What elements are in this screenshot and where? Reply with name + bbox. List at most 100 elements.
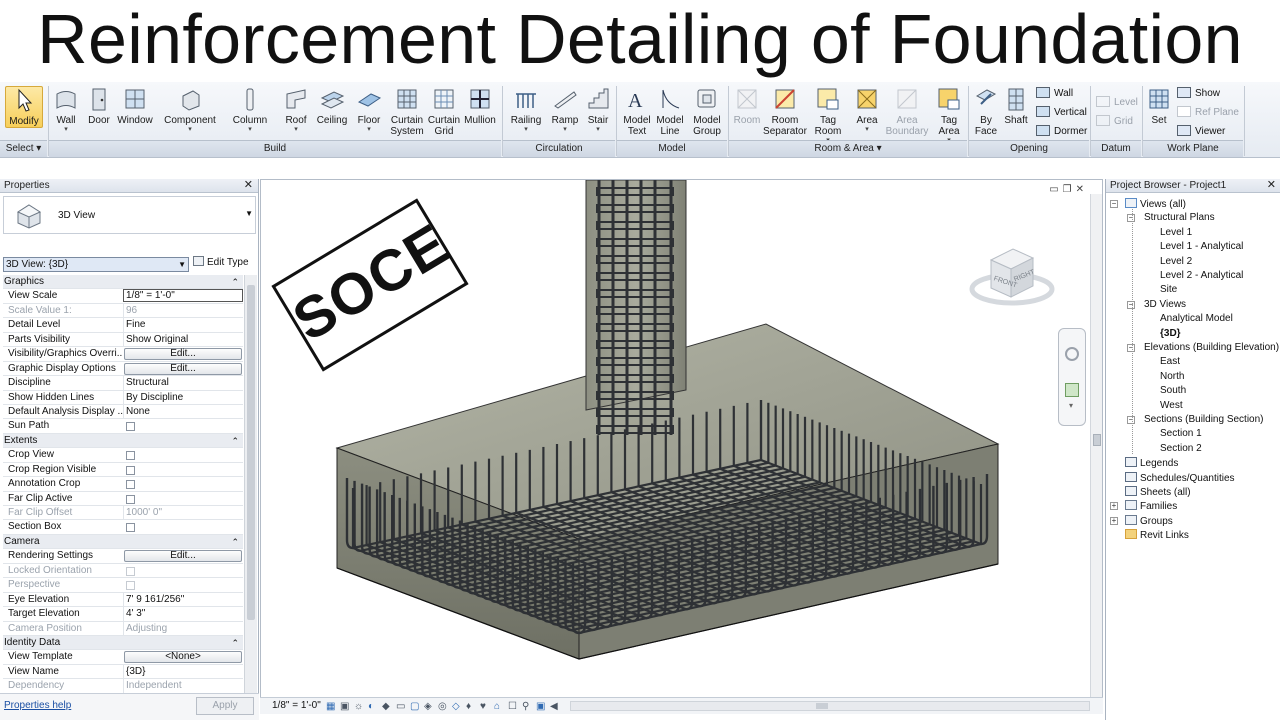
property-value[interactable]: Structural bbox=[123, 376, 243, 391]
collapse-icon[interactable]: ⌃ bbox=[231, 275, 239, 289]
apply-button[interactable]: Apply bbox=[196, 697, 254, 715]
property-row[interactable]: Extents ⌃ bbox=[3, 433, 243, 449]
view-window-controls[interactable]: ▭❐✕ bbox=[1049, 184, 1088, 195]
model-group-button[interactable]: Model Group bbox=[688, 86, 726, 137]
collapse-icon[interactable]: − bbox=[1127, 344, 1135, 352]
vertical-opening-button[interactable]: Vertical bbox=[1036, 106, 1087, 119]
property-row[interactable]: Camera ⌃ bbox=[3, 534, 243, 550]
tree-node[interactable]: + Groups bbox=[1106, 514, 1278, 527]
properties-help-link[interactable]: Properties help bbox=[4, 700, 71, 711]
property-row[interactable]: Rendering Settings Edit... bbox=[3, 549, 243, 564]
ref-plane-button[interactable]: Ref Plane bbox=[1177, 106, 1239, 119]
collapse-icon[interactable]: ⌃ bbox=[231, 434, 239, 448]
edit-type-button[interactable]: Edit Type bbox=[193, 256, 249, 270]
show-rendering-icon[interactable]: ◆ bbox=[382, 701, 390, 712]
steering-wheel-icon[interactable] bbox=[1065, 347, 1079, 361]
property-row[interactable]: Crop View bbox=[3, 448, 243, 463]
property-row[interactable]: Eye Elevation 7' 9 161/256" bbox=[3, 592, 243, 608]
property-value[interactable]: None bbox=[123, 404, 243, 419]
roof-button[interactable]: Roof ▾ bbox=[280, 86, 312, 133]
railing-button[interactable]: Railing ▾ bbox=[508, 86, 544, 133]
component-button[interactable]: Component ▾ bbox=[160, 86, 220, 133]
property-row[interactable]: Sun Path bbox=[3, 419, 243, 434]
curtain-grid-button[interactable]: Curtain Grid bbox=[426, 86, 462, 137]
property-checkbox[interactable] bbox=[126, 494, 135, 504]
dormer-opening-button[interactable]: Dormer bbox=[1036, 125, 1087, 138]
tag-room-button[interactable]: TagRoom▾ bbox=[810, 86, 846, 144]
property-row[interactable]: View Scale 1/8" = 1'-0" bbox=[3, 289, 243, 304]
shadows-icon[interactable]: ◐ bbox=[368, 701, 374, 712]
property-row[interactable]: Default Analysis Display ... None bbox=[3, 404, 243, 420]
property-edit-button[interactable]: Edit... bbox=[124, 348, 242, 361]
collapse-icon[interactable]: − bbox=[1127, 300, 1135, 309]
viewport-scrollbar[interactable] bbox=[1090, 194, 1102, 699]
property-row[interactable]: Section Box bbox=[3, 520, 243, 535]
chevron-down-icon[interactable]: ▾ bbox=[1069, 401, 1073, 410]
temp-hide-icon[interactable]: ◈ bbox=[424, 701, 432, 712]
grid-datum-button[interactable]: Grid bbox=[1096, 115, 1133, 128]
shaft-button[interactable]: Shaft bbox=[1001, 86, 1031, 126]
room-separator-button[interactable]: Room Separator bbox=[762, 86, 808, 137]
expand-icon[interactable]: + bbox=[1110, 502, 1118, 511]
tree-node[interactable]: + Families bbox=[1106, 500, 1278, 512]
analytical-model-icon[interactable]: ◇ bbox=[452, 701, 460, 712]
property-checkbox[interactable] bbox=[126, 465, 135, 475]
close-icon[interactable]: ✕ bbox=[244, 179, 253, 192]
show-button[interactable]: Show bbox=[1177, 87, 1220, 100]
scrollbar-thumb[interactable] bbox=[1093, 434, 1101, 446]
property-row[interactable]: Visibility/Graphics Overri... Edit... bbox=[3, 347, 243, 362]
ceiling-button[interactable]: Ceiling bbox=[314, 86, 350, 126]
collapse-icon[interactable]: − bbox=[1127, 214, 1135, 223]
property-value[interactable]: 4' 3" bbox=[123, 607, 243, 622]
property-row[interactable]: Show Hidden Lines By Discipline bbox=[3, 390, 243, 405]
panel-model[interactable]: Model bbox=[617, 140, 727, 157]
viewer-button[interactable]: Viewer bbox=[1177, 125, 1225, 138]
close-icon[interactable]: ✕ bbox=[1076, 184, 1088, 195]
property-row[interactable]: Target Elevation 4' 3" bbox=[3, 607, 243, 622]
property-row[interactable]: Scale Value 1: 96 bbox=[3, 303, 243, 319]
tree-node[interactable]: Legends bbox=[1106, 457, 1278, 469]
model-text-button[interactable]: A Model Text bbox=[620, 86, 654, 137]
by-face-button[interactable]: By Face bbox=[972, 86, 1000, 137]
worksharing-icon[interactable]: ⌂ bbox=[494, 701, 500, 712]
reveal-hidden-icon[interactable]: ◎ bbox=[438, 701, 447, 712]
set-workplane-button[interactable]: Set bbox=[1146, 86, 1172, 126]
panel-opening[interactable]: Opening bbox=[969, 140, 1089, 157]
property-edit-button[interactable]: Edit... bbox=[124, 550, 242, 563]
property-row[interactable]: Crop Region Visible bbox=[3, 463, 243, 478]
tag-area-button[interactable]: TagArea▾ bbox=[932, 86, 966, 144]
view-instance-select[interactable]: 3D View: {3D} ▼ bbox=[3, 257, 189, 272]
property-edit-button[interactable]: Edit... bbox=[124, 362, 242, 375]
property-checkbox[interactable] bbox=[126, 581, 135, 591]
property-checkbox[interactable] bbox=[126, 566, 135, 576]
stair-button[interactable]: Stair ▾ bbox=[582, 86, 614, 133]
property-row[interactable]: Camera Position Adjusting bbox=[3, 621, 243, 636]
property-row[interactable]: View Name {3D} bbox=[3, 664, 243, 680]
collapse-icon[interactable]: − bbox=[1127, 416, 1135, 424]
viewcube[interactable]: FRONT RIGHT bbox=[969, 240, 1055, 310]
mullion-button[interactable]: Mullion bbox=[462, 86, 498, 126]
panel-work-plane[interactable]: Work Plane bbox=[1143, 140, 1243, 157]
property-row[interactable]: Discipline Structural bbox=[3, 376, 243, 391]
ramp-button[interactable]: Ramp ▾ bbox=[548, 86, 582, 133]
scrollbar-thumb[interactable] bbox=[816, 703, 828, 709]
floor-button[interactable]: Floor ▾ bbox=[354, 86, 384, 133]
property-row[interactable]: Dependency Independent bbox=[3, 679, 243, 694]
property-row[interactable]: Detail Level Fine bbox=[3, 318, 243, 333]
panel-datum[interactable]: Datum bbox=[1091, 140, 1141, 157]
property-row[interactable]: View Template <None> bbox=[3, 650, 243, 665]
area-boundary-button[interactable]: Area Boundary bbox=[884, 86, 930, 137]
property-row[interactable]: Annotation Crop bbox=[3, 477, 243, 492]
panel-select[interactable]: Select ▾ bbox=[0, 140, 47, 157]
property-row[interactable]: Parts Visibility Show Original bbox=[3, 332, 243, 348]
property-value[interactable]: Show Original bbox=[123, 332, 243, 347]
horizontal-scrollbar[interactable] bbox=[570, 701, 1090, 711]
design-options-icon[interactable]: ☐ bbox=[508, 701, 517, 712]
level-datum-button[interactable]: Level bbox=[1096, 96, 1138, 109]
property-value[interactable]: 1/8" = 1'-0" bbox=[123, 289, 243, 303]
properties-scrollbar[interactable] bbox=[244, 275, 257, 693]
collapse-icon[interactable]: ⌃ bbox=[231, 636, 239, 650]
property-value[interactable]: {3D} bbox=[123, 664, 243, 679]
property-row[interactable]: Identity Data ⌃ bbox=[3, 635, 243, 651]
highlight-displacement-icon[interactable]: ♦ bbox=[466, 701, 471, 712]
